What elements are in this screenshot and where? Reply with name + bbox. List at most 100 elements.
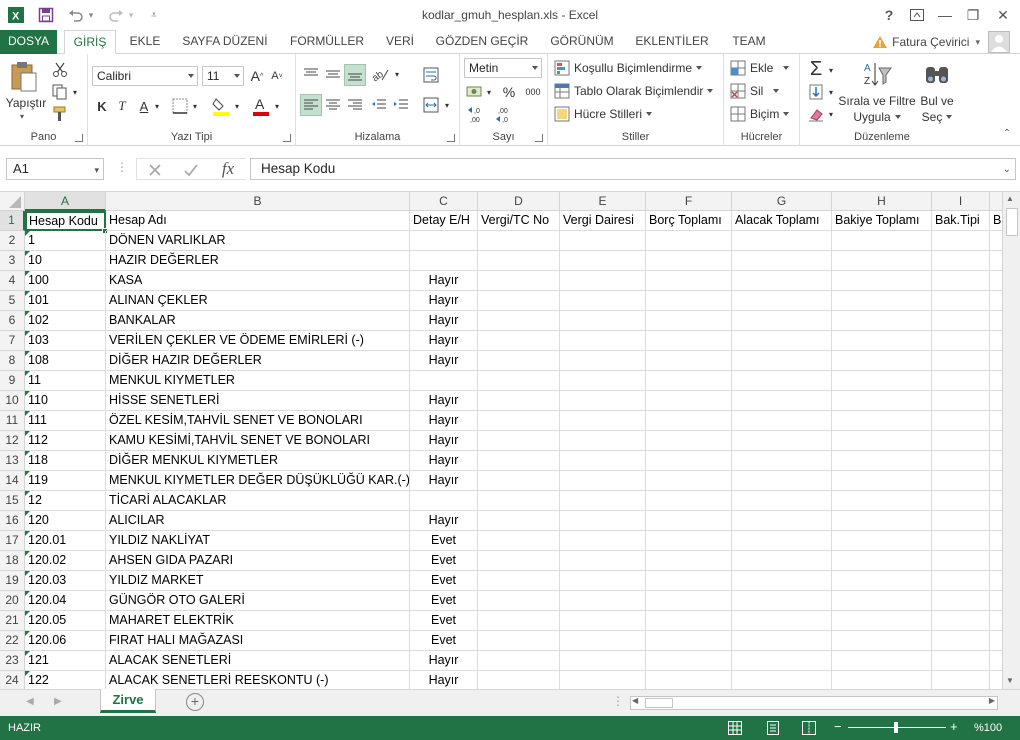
- cell-h[interactable]: [832, 651, 932, 671]
- tab-view[interactable]: GÖRÜNÜM: [544, 30, 620, 54]
- cell-a[interactable]: 111: [25, 411, 106, 431]
- row-header[interactable]: 16: [0, 511, 25, 531]
- cell-h[interactable]: [832, 411, 932, 431]
- sheet-tab-zirve[interactable]: Zirve: [100, 689, 156, 713]
- cell-d[interactable]: [478, 431, 560, 451]
- italic-button[interactable]: T: [114, 96, 130, 116]
- cell-b[interactable]: KASA: [106, 271, 410, 291]
- row-header[interactable]: 5: [0, 291, 25, 311]
- cell-b[interactable]: YILDIZ NAKLİYAT: [106, 531, 410, 551]
- cell-d[interactable]: [478, 511, 560, 531]
- scroll-up-icon[interactable]: ▲: [1006, 194, 1014, 203]
- cell-e[interactable]: [560, 671, 646, 689]
- cell-e[interactable]: [560, 511, 646, 531]
- cell-i[interactable]: [932, 591, 990, 611]
- cell-g[interactable]: [732, 431, 832, 451]
- cell-j[interactable]: [990, 331, 1002, 351]
- column-header-e[interactable]: E: [560, 192, 646, 211]
- cell-e[interactable]: [560, 351, 646, 371]
- cell-c[interactable]: Hayır: [410, 351, 478, 371]
- cell-i[interactable]: [932, 671, 990, 689]
- merge-dropdown-icon[interactable]: ▾: [442, 94, 452, 116]
- cell-j[interactable]: [990, 431, 1002, 451]
- increase-font-size-icon[interactable]: A ^: [248, 66, 266, 86]
- cell-a1-selected[interactable]: Hesap Kodu: [25, 211, 106, 231]
- cell-f[interactable]: [646, 511, 732, 531]
- row-header[interactable]: 23: [0, 651, 25, 671]
- sort-filter-label-1[interactable]: Sırala ve Filtre: [838, 94, 915, 108]
- cell-f[interactable]: [646, 351, 732, 371]
- cell-i[interactable]: [932, 491, 990, 511]
- cell-a[interactable]: 100: [25, 271, 106, 291]
- cell-b[interactable]: GÜNGÖR OTO GALERİ: [106, 591, 410, 611]
- cell-h[interactable]: [832, 591, 932, 611]
- cell-b[interactable]: YILDIZ MARKET: [106, 571, 410, 591]
- cell-b[interactable]: HAZIR DEĞERLER: [106, 251, 410, 271]
- cell-c[interactable]: Evet: [410, 551, 478, 571]
- paste-button[interactable]: Yapıştır: [6, 96, 46, 110]
- cell-a[interactable]: 112: [25, 431, 106, 451]
- wrap-text-icon[interactable]: [420, 64, 442, 86]
- cell-j[interactable]: [990, 531, 1002, 551]
- cell-h[interactable]: [832, 311, 932, 331]
- cell-a[interactable]: 103: [25, 331, 106, 351]
- font-color-dropdown-icon[interactable]: ▾: [272, 96, 282, 116]
- cell-f[interactable]: [646, 431, 732, 451]
- cell-h[interactable]: [832, 531, 932, 551]
- cell-i[interactable]: [932, 311, 990, 331]
- header-cell[interactable]: Detay E/H: [410, 211, 478, 231]
- cell-c[interactable]: Hayır: [410, 291, 478, 311]
- cell-c[interactable]: Hayır: [410, 391, 478, 411]
- cell-b[interactable]: ALICILAR: [106, 511, 410, 531]
- cell-f[interactable]: [646, 591, 732, 611]
- cell-j[interactable]: [990, 511, 1002, 531]
- borders-dropdown-icon[interactable]: ▾: [190, 96, 200, 116]
- scroll-right-icon[interactable]: ▶: [989, 696, 995, 705]
- cell-g[interactable]: [732, 231, 832, 251]
- format-painter-icon[interactable]: [50, 104, 70, 124]
- cell-i[interactable]: [932, 651, 990, 671]
- cell-b[interactable]: KAMU KESİMİ,TAHVİL SENET VE BONOLARI: [106, 431, 410, 451]
- cell-j[interactable]: [990, 451, 1002, 471]
- cell-g[interactable]: [732, 271, 832, 291]
- cell-f[interactable]: [646, 451, 732, 471]
- cell-j[interactable]: [990, 471, 1002, 491]
- zoom-in-button[interactable]: +: [950, 720, 958, 733]
- cell-e[interactable]: [560, 531, 646, 551]
- cell-j[interactable]: [990, 251, 1002, 271]
- cell-j[interactable]: [990, 311, 1002, 331]
- cell-g[interactable]: [732, 571, 832, 591]
- tab-team[interactable]: TEAM: [724, 30, 774, 54]
- cell-b[interactable]: MAHARET ELEKTRİK: [106, 611, 410, 631]
- font-dialog-launcher[interactable]: [283, 134, 291, 142]
- expand-formula-bar-icon[interactable]: ⌄: [1003, 160, 1011, 180]
- cell-j[interactable]: [990, 491, 1002, 511]
- decrease-decimal-button[interactable]: ,00,0: [494, 104, 518, 126]
- row-header[interactable]: 24: [0, 671, 25, 689]
- row-header[interactable]: 11: [0, 411, 25, 431]
- user-account[interactable]: Fatura Çevirici ▾: [872, 30, 1020, 54]
- cell-b[interactable]: ALACAK SENETLERİ: [106, 651, 410, 671]
- bold-button[interactable]: K: [94, 96, 110, 116]
- cell-a[interactable]: 118: [25, 451, 106, 471]
- number-dialog-launcher[interactable]: [535, 134, 543, 142]
- cell-a[interactable]: 121: [25, 651, 106, 671]
- cell-e[interactable]: [560, 231, 646, 251]
- cell-d[interactable]: [478, 571, 560, 591]
- cell-j[interactable]: [990, 551, 1002, 571]
- cell-h[interactable]: [832, 431, 932, 451]
- cell-a[interactable]: 101: [25, 291, 106, 311]
- row-header[interactable]: 2: [0, 231, 25, 251]
- cell-d[interactable]: [478, 631, 560, 651]
- cell-c[interactable]: [410, 231, 478, 251]
- row-header[interactable]: 20: [0, 591, 25, 611]
- cell-i[interactable]: [932, 391, 990, 411]
- cell-d[interactable]: [478, 591, 560, 611]
- cell-e[interactable]: [560, 471, 646, 491]
- cell-g[interactable]: [732, 491, 832, 511]
- cell-c[interactable]: Evet: [410, 531, 478, 551]
- worksheet-grid[interactable]: A B C D E F G H I 1 Hesap Kodu Hesap Adı…: [0, 192, 1002, 689]
- cell-e[interactable]: [560, 331, 646, 351]
- cell-g[interactable]: [732, 351, 832, 371]
- cell-i[interactable]: [932, 251, 990, 271]
